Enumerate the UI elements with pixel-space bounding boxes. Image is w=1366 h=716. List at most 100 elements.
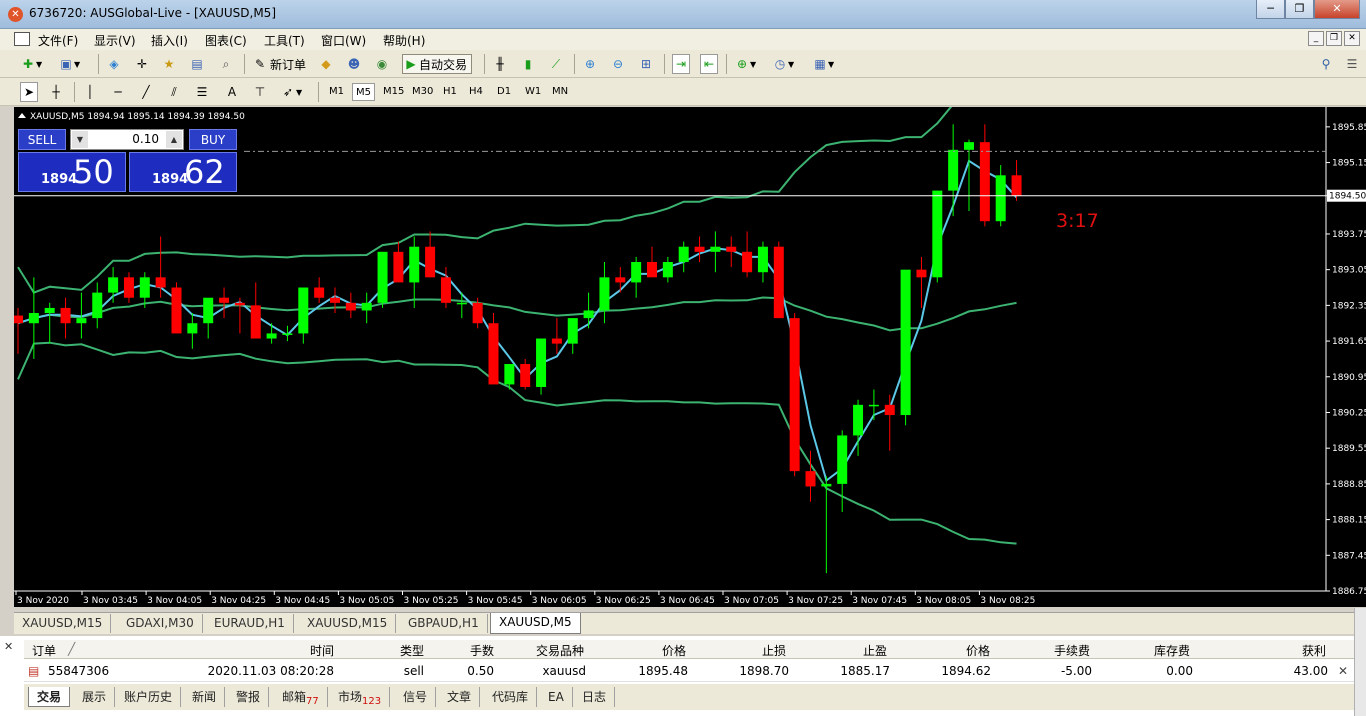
header-symbol[interactable]: 交易品种 bbox=[504, 642, 584, 659]
candlestick-button[interactable]: ▮ bbox=[520, 54, 536, 74]
terminal-scrollbar[interactable] bbox=[1354, 608, 1366, 716]
sell-price-box[interactable]: 1894 50 bbox=[18, 152, 126, 192]
crosshair-tool[interactable]: ┼ bbox=[48, 82, 64, 102]
buy-button[interactable]: BUY bbox=[189, 129, 237, 150]
auto-trading-button[interactable]: ▶ 自动交易 bbox=[402, 54, 473, 74]
lot-decrease-button[interactable]: ▼ bbox=[72, 131, 88, 148]
timeframe-m5[interactable]: M5 bbox=[352, 83, 375, 101]
menu-window[interactable]: 窗口(W) bbox=[321, 32, 366, 49]
timeframe-m30[interactable]: M30 bbox=[409, 83, 436, 101]
table-row[interactable]: ▤ 55847306 2020.11.03 08:20:28 sell 0.50… bbox=[24, 662, 1354, 682]
tab-signals[interactable]: 信号 bbox=[395, 687, 437, 707]
buy-price-box[interactable]: 1894 62 bbox=[129, 152, 237, 192]
vertical-line-tool[interactable]: │ bbox=[82, 82, 98, 102]
data-window-button[interactable]: ✛ bbox=[134, 54, 150, 74]
text-label-tool[interactable]: ⊤ bbox=[252, 82, 268, 102]
tab-chart-5[interactable]: GBPAUD,H1 bbox=[400, 614, 488, 633]
tab-chart-3[interactable]: EURAUD,H1 bbox=[206, 614, 294, 633]
tab-trade[interactable]: 交易 bbox=[28, 687, 71, 707]
fibonacci-tool[interactable]: ☰ bbox=[194, 82, 210, 102]
tab-chart-6[interactable]: XAUUSD,M5 bbox=[490, 613, 581, 634]
header-stop-loss[interactable]: 止损 bbox=[704, 642, 786, 659]
metaeditor-button[interactable]: ◆ bbox=[318, 54, 334, 74]
timeframe-d1[interactable]: D1 bbox=[494, 83, 514, 101]
tab-alerts[interactable]: 警报 bbox=[228, 687, 270, 707]
zoom-out-button[interactable]: ⊖ bbox=[610, 54, 626, 74]
tab-mailbox[interactable]: 邮箱77 bbox=[274, 687, 328, 707]
signals-button[interactable]: ◉ bbox=[374, 54, 390, 74]
timeframe-h4[interactable]: H4 bbox=[466, 83, 486, 101]
lot-size-field[interactable]: ▼ 0.10 ▲ bbox=[70, 129, 184, 150]
timeframe-mn[interactable]: MN bbox=[549, 83, 571, 101]
header-take-profit[interactable]: 止盈 bbox=[804, 642, 887, 659]
channel-tool[interactable]: ⫽ bbox=[166, 82, 182, 102]
close-button[interactable]: ✕ bbox=[1314, 0, 1360, 19]
arrows-tool[interactable]: ➶ ▼ bbox=[280, 82, 302, 102]
tab-code-base[interactable]: 代码库 bbox=[484, 687, 538, 707]
menu-view[interactable]: 显示(V) bbox=[94, 32, 136, 49]
text-tool[interactable]: A bbox=[224, 82, 240, 102]
mdi-close-button[interactable]: ✕ bbox=[1344, 31, 1360, 46]
header-commission[interactable]: 手续费 bbox=[1004, 642, 1090, 659]
strategy-tester-button[interactable]: ⌕ bbox=[218, 54, 234, 74]
mdi-minimize-button[interactable]: _ bbox=[1308, 31, 1324, 46]
sell-button[interactable]: SELL bbox=[18, 129, 66, 150]
zoom-in-button[interactable]: ⊕ bbox=[582, 54, 598, 74]
profiles-button[interactable]: ▣ ▼ bbox=[58, 54, 80, 74]
new-chart-button[interactable]: ✚ ▼ bbox=[20, 54, 42, 74]
indicators-button[interactable]: ⊕ ▼ bbox=[734, 54, 756, 74]
trendline-tool[interactable]: ╱ bbox=[138, 82, 154, 102]
minimize-button[interactable]: ─ bbox=[1256, 0, 1285, 19]
maximize-button[interactable]: ❐ bbox=[1285, 0, 1314, 19]
tab-account-history[interactable]: 账户历史 bbox=[116, 687, 182, 707]
header-lots[interactable]: 手数 bbox=[424, 642, 494, 659]
navigator-button[interactable]: ★ bbox=[161, 54, 177, 74]
timeframe-w1[interactable]: W1 bbox=[522, 83, 544, 101]
periods-button[interactable]: ◷ ▼ bbox=[772, 54, 794, 74]
tile-windows-button[interactable]: ⊞ bbox=[638, 54, 654, 74]
header-current-price[interactable]: 价格 bbox=[904, 642, 990, 659]
new-order-button[interactable]: ✎ 新订单 bbox=[252, 54, 306, 74]
header-profit[interactable]: 获利 bbox=[1224, 642, 1326, 659]
tab-news[interactable]: 新闻 bbox=[184, 687, 226, 707]
menu-insert[interactable]: 插入(I) bbox=[151, 32, 188, 49]
tab-experts[interactable]: EA bbox=[540, 687, 573, 707]
menu-file[interactable]: 文件(F) bbox=[38, 32, 78, 49]
menu-help[interactable]: 帮助(H) bbox=[383, 32, 425, 49]
timeframe-m15[interactable]: M15 bbox=[380, 83, 407, 101]
menu-charts[interactable]: 图表(C) bbox=[205, 32, 247, 49]
tab-chart-1[interactable]: XAUUSD,M15 bbox=[14, 614, 112, 633]
tab-chart-4[interactable]: XAUUSD,M15 bbox=[299, 614, 397, 633]
tab-journal[interactable]: 日志 bbox=[574, 687, 616, 707]
market-watch-button[interactable]: ◈ bbox=[106, 54, 122, 74]
horizontal-line-tool[interactable]: ─ bbox=[110, 82, 126, 102]
header-open-price[interactable]: 价格 bbox=[604, 642, 686, 659]
tab-exposure[interactable]: 展示 bbox=[74, 687, 116, 707]
chart-window-icon[interactable] bbox=[14, 32, 30, 46]
auto-scroll-button[interactable]: ⇥ bbox=[672, 54, 690, 74]
cursor-tool[interactable]: ➤ bbox=[20, 82, 38, 102]
cell-take-profit[interactable]: 1885.17 bbox=[804, 664, 890, 678]
accounts-button[interactable]: ☻ bbox=[346, 54, 362, 74]
search-button[interactable]: ⚲ bbox=[1318, 54, 1334, 74]
templates-button[interactable]: ▦ ▼ bbox=[812, 54, 834, 74]
header-type[interactable]: 类型 bbox=[354, 642, 424, 659]
header-order[interactable]: 订单 bbox=[32, 642, 56, 659]
chart-shift-button[interactable]: ⇤ bbox=[700, 54, 718, 74]
cell-stop-loss[interactable]: 1898.70 bbox=[704, 664, 789, 678]
header-time[interactable]: 时间 bbox=[264, 642, 334, 659]
bar-chart-button[interactable]: ╫ bbox=[492, 54, 508, 74]
mdi-restore-button[interactable]: ❐ bbox=[1326, 31, 1342, 46]
timeframe-m1[interactable]: M1 bbox=[326, 83, 347, 101]
tab-articles[interactable]: 文章 bbox=[439, 687, 481, 707]
timeframe-h1[interactable]: H1 bbox=[440, 83, 460, 101]
header-swap[interactable]: 库存费 bbox=[1104, 642, 1190, 659]
lot-increase-button[interactable]: ▲ bbox=[166, 131, 182, 148]
terminal-button[interactable]: ▤ bbox=[189, 54, 205, 74]
menu-tools[interactable]: 工具(T) bbox=[264, 32, 305, 49]
line-chart-button[interactable]: ⟋ bbox=[548, 54, 564, 74]
terminal-close-icon[interactable]: ✕ bbox=[4, 640, 13, 653]
tab-chart-2[interactable]: GDAXI,M30 bbox=[118, 614, 203, 633]
close-order-icon[interactable]: ✕ bbox=[1338, 664, 1348, 678]
tab-market[interactable]: 市场123 bbox=[330, 687, 391, 707]
